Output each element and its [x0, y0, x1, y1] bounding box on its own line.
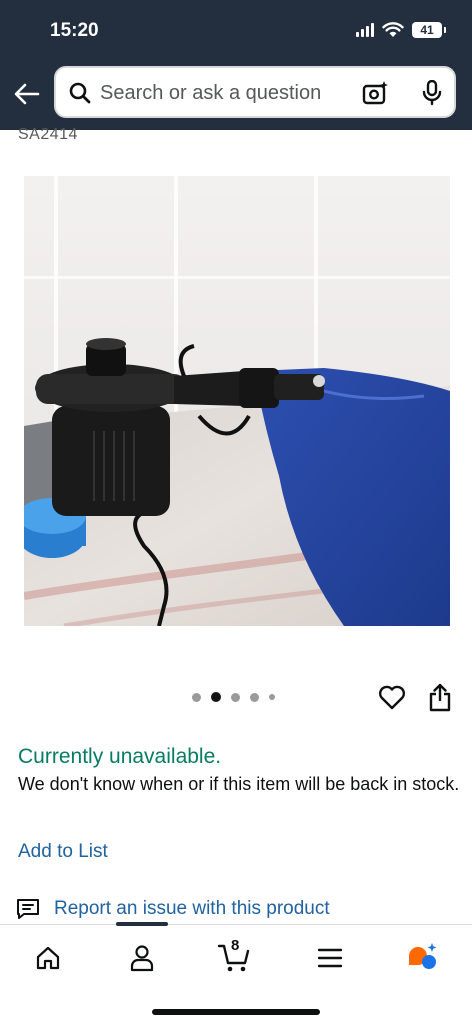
carousel-dot-active[interactable]: [211, 692, 221, 702]
home-icon: [36, 946, 60, 970]
nav-home[interactable]: [28, 941, 68, 975]
cart-count-badge: 8: [231, 937, 240, 954]
report-issue-link[interactable]: Report an issue with this product: [16, 895, 330, 923]
microphone-icon[interactable]: [420, 80, 444, 106]
heart-icon[interactable]: [378, 684, 406, 710]
carousel-dot[interactable]: [250, 692, 259, 702]
image-carousel-dots[interactable]: [192, 692, 275, 702]
availability-status: Currently unavailable.: [18, 745, 222, 768]
nav-menu[interactable]: [310, 941, 350, 975]
status-icons: 41: [356, 22, 446, 38]
air-pump-photo: [24, 176, 450, 626]
feedback-icon: [17, 899, 39, 919]
nav-assistant[interactable]: [402, 941, 442, 975]
add-to-list-link[interactable]: Add to List: [18, 841, 108, 863]
hamburger-icon: [317, 948, 343, 968]
report-issue-label: Report an issue with this product: [54, 898, 330, 919]
assistant-icon: [409, 943, 437, 969]
carousel-dot[interactable]: [231, 692, 240, 702]
home-indicator: [152, 1009, 320, 1015]
header: 15:20 41: [0, 0, 472, 130]
model-number: SA2414: [18, 126, 78, 143]
carousel-dot[interactable]: [269, 694, 275, 700]
signal-icon: [356, 23, 374, 37]
battery-icon: 41: [412, 22, 446, 38]
search-icon: [69, 82, 91, 104]
status-time: 15:20: [50, 20, 99, 41]
availability-note: We don't know when or if this item will …: [18, 774, 460, 794]
active-tab-indicator: [116, 922, 168, 926]
wifi-icon: [382, 22, 404, 37]
nav-account[interactable]: [122, 941, 162, 975]
camera-search-icon[interactable]: [362, 80, 390, 106]
search-input[interactable]: [100, 80, 340, 106]
back-arrow-icon[interactable]: [12, 80, 42, 108]
carousel-dot[interactable]: [192, 692, 201, 702]
share-icon[interactable]: [428, 682, 452, 712]
search-bar[interactable]: [54, 66, 456, 118]
nav-cart[interactable]: 8: [214, 937, 254, 975]
person-icon: [130, 945, 154, 972]
bottom-navigation: 8: [0, 922, 472, 1024]
product-image[interactable]: [24, 176, 450, 626]
